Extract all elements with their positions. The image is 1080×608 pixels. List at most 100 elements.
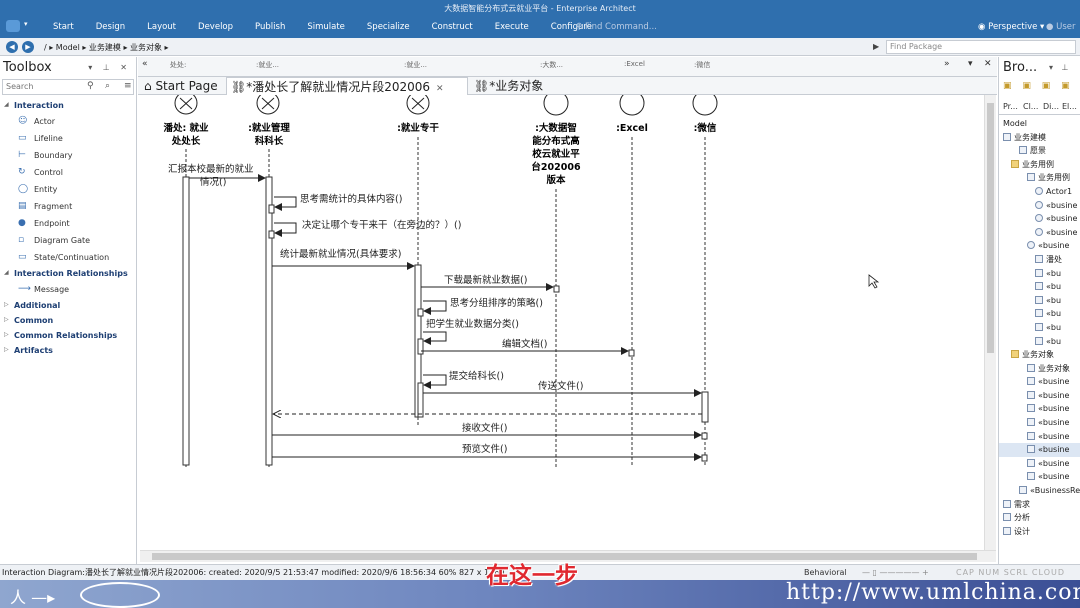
panel-controls[interactable]: ▾ ⊥ (1049, 63, 1072, 72)
vertical-scrollbar[interactable] (984, 95, 996, 550)
tree-item-selected[interactable]: «busine (999, 443, 1080, 457)
breadcrumb[interactable]: / ▸ Model ▸ 业务建模 ▸ 业务对象 ▸ (44, 42, 169, 53)
tree-item[interactable]: 业务对象 (999, 348, 1080, 362)
actor-icon[interactable] (174, 95, 198, 115)
find-command-input[interactable]: ⚲ Find Command... (576, 22, 657, 32)
toolbox-group-interaction[interactable]: ◢ Interaction (0, 98, 136, 113)
toolbox-group-additional[interactable]: ▷ Additional (0, 298, 136, 313)
tree-item[interactable]: 设计 (999, 525, 1080, 539)
activation-bar[interactable] (417, 382, 424, 418)
entity-icon[interactable] (692, 95, 718, 116)
tree-item[interactable]: «BusinessRe (999, 484, 1080, 498)
scrollbar-thumb[interactable] (987, 103, 994, 353)
tree-item[interactable]: «bu (999, 280, 1080, 294)
menu-construct[interactable]: Construct (421, 22, 484, 32)
menu-layout[interactable]: Layout (136, 22, 187, 32)
zoom-slider[interactable]: — ▯ ————— + (862, 565, 929, 580)
subtab-context[interactable]: Cl... (1023, 102, 1038, 111)
activation-bar[interactable] (701, 391, 709, 423)
activation-bar[interactable] (417, 338, 424, 355)
activation-bar[interactable] (628, 349, 635, 357)
tree-item[interactable]: «busine (999, 457, 1080, 471)
toolbox-group-interaction-relationships[interactable]: ◢ Interaction Relationships (0, 266, 136, 281)
tree-item[interactable]: 业务建模 (999, 131, 1080, 145)
tool-entity[interactable]: ◯ Entity (0, 181, 136, 198)
self-message-arrow[interactable] (274, 222, 297, 237)
diagram-canvas[interactable]: 潘处: 就业 处处长 :就业管理 科科长 :就业专干 :大数据智 能分布式高 校… (140, 95, 983, 550)
tree-item[interactable]: 分析 (999, 511, 1080, 525)
collapse-left-icon[interactable]: « (142, 59, 148, 69)
tab-active-diagram[interactable]: ⛓*潘处长了解就业情况片段202006 ✕ (226, 77, 468, 95)
tree-item[interactable]: 愿景 (999, 144, 1080, 158)
tree-item[interactable]: «bu (999, 335, 1080, 349)
tree-item[interactable]: «bu (999, 267, 1080, 281)
entity-icon[interactable] (543, 95, 569, 116)
activation-bar[interactable] (701, 432, 708, 440)
actor-icon[interactable] (406, 95, 430, 115)
self-message-arrow[interactable] (423, 374, 447, 389)
tree-item[interactable]: «busine (999, 199, 1080, 213)
menu-simulate[interactable]: Simulate (296, 22, 356, 32)
search-icon[interactable]: ⚲ (87, 81, 94, 91)
tree-item[interactable]: 潘处 (999, 253, 1080, 267)
tool-message[interactable]: ⟶ Message (0, 281, 136, 298)
tool-control[interactable]: ↻ Control (0, 164, 136, 181)
tree-item[interactable]: «bu (999, 294, 1080, 308)
find-package-input[interactable]: Find Package (886, 40, 1076, 54)
tree-item[interactable]: «busine (999, 375, 1080, 389)
chevron-down-icon[interactable]: ▾ (968, 59, 973, 69)
self-message-arrow[interactable] (423, 300, 447, 315)
tree-item[interactable]: Model (999, 117, 1080, 131)
entity-icon[interactable] (619, 95, 645, 116)
browser-toolbar[interactable]: ▣ ▣ ▣ ▣ (1003, 81, 1074, 91)
menu-publish[interactable]: Publish (244, 22, 296, 32)
tree-item[interactable]: 需求 (999, 498, 1080, 512)
activation-bar[interactable] (268, 230, 275, 239)
tree-item[interactable]: «busine (999, 430, 1080, 444)
tool-fragment[interactable]: ▤ Fragment (0, 198, 136, 215)
chevron-down-icon[interactable]: ▾ (24, 20, 28, 28)
forward-icon[interactable]: ▶ (22, 41, 34, 53)
tree-item[interactable]: 业务用例 (999, 171, 1080, 185)
toolbox-group-common[interactable]: ▷ Common (0, 313, 136, 328)
app-menu-icon[interactable] (6, 20, 20, 32)
subtab-element[interactable]: El... (1062, 102, 1077, 111)
toolbox-group-common-relationships[interactable]: ▷ Common Relationships (0, 328, 136, 343)
close-icon[interactable]: ✕ (984, 59, 992, 69)
self-message-arrow[interactable] (423, 331, 447, 345)
menu-icon[interactable]: ≡ (124, 81, 132, 91)
menu-design[interactable]: Design (85, 22, 136, 32)
toolbox-search[interactable]: ⚲ ⌕ ≡ (2, 79, 134, 95)
menu-execute[interactable]: Execute (484, 22, 540, 32)
menu-develop[interactable]: Develop (187, 22, 244, 32)
self-message-arrow[interactable] (274, 196, 297, 211)
user-button[interactable]: ● User (1046, 22, 1076, 32)
tree-item[interactable]: «busine (999, 470, 1080, 484)
menu-start[interactable]: Start (42, 22, 85, 32)
play-icon[interactable]: ▶ (873, 42, 879, 51)
tool-endpoint[interactable]: ● Endpoint (0, 215, 136, 232)
tree-item[interactable]: «busine (999, 212, 1080, 226)
actor-icon[interactable] (256, 95, 280, 115)
tree-item[interactable]: «busine (999, 239, 1080, 253)
panel-controls[interactable]: ▾ ⊥ ✕ (88, 63, 131, 72)
tree-item[interactable]: «busine (999, 416, 1080, 430)
tree-item[interactable]: «busine (999, 389, 1080, 403)
tool-diagram-gate[interactable]: ▫ Diagram Gate (0, 232, 136, 249)
activation-bar[interactable] (182, 176, 190, 466)
tool-lifeline[interactable]: ▭ Lifeline (0, 130, 136, 147)
tree-item[interactable]: «busine (999, 226, 1080, 240)
find-icon[interactable]: ⌕ (105, 81, 110, 91)
tree-item[interactable]: 业务对象 (999, 362, 1080, 376)
sequence-diagram[interactable]: 潘处: 就业 处处长 :就业管理 科科长 :就业专干 :大数据智 能分布式高 校… (140, 95, 983, 550)
activation-bar[interactable] (268, 204, 275, 214)
toolbox-search-input[interactable] (3, 80, 83, 93)
activation-bar[interactable] (701, 454, 708, 462)
collapse-right-icon[interactable]: » (944, 59, 950, 69)
activation-bar[interactable] (265, 176, 273, 466)
close-icon[interactable]: ✕ (436, 84, 444, 94)
tool-boundary[interactable]: ⊢ Boundary (0, 147, 136, 164)
tab-start-page[interactable]: ⌂ Start Page (140, 77, 226, 95)
tab-business-objects[interactable]: ⛓*业务对象 (470, 77, 580, 95)
tool-actor[interactable]: ☺ Actor (0, 113, 136, 130)
